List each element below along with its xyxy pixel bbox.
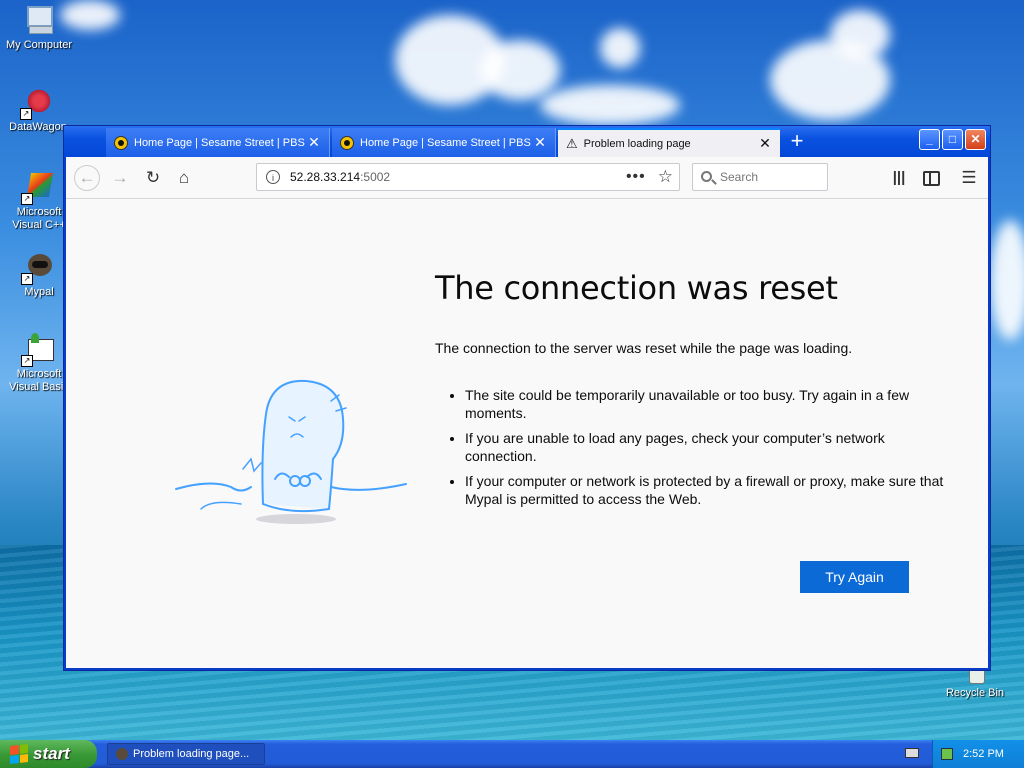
navigation-toolbar: ← → ↻ ⌂ i 52.28.33.214 :5002 ••• ☆ Searc… (66, 157, 988, 199)
tab-sesame-street-2[interactable]: Home Page | Sesame Street | PBS ✕ (332, 128, 556, 157)
tab-title: Home Page | Sesame Street | PBS (360, 136, 531, 149)
system-tray: 2:52 PM (932, 740, 1024, 768)
list-item: If your computer or network is protected… (465, 472, 945, 508)
site-info-icon[interactable]: i (266, 170, 280, 184)
computer-icon (23, 4, 55, 36)
search-icon (701, 170, 712, 182)
sidebar-button[interactable] (918, 165, 944, 191)
maximize-button[interactable]: □ (942, 129, 963, 150)
tab-title: Home Page | Sesame Street | PBS (134, 136, 305, 149)
back-button[interactable]: ← (74, 165, 100, 191)
reload-icon: ↻ (145, 168, 161, 187)
menu-button[interactable]: ☰ (956, 165, 982, 191)
home-button[interactable]: ⌂ (171, 165, 197, 191)
close-tab-icon[interactable]: ✕ (307, 134, 321, 151)
bookmark-star-icon[interactable]: ☆ (658, 167, 673, 187)
back-arrow-icon: ← (78, 168, 96, 187)
minimize-button[interactable]: _ (919, 129, 940, 150)
shortcut-arrow-icon: ↗ (20, 108, 32, 120)
tab-title: Problem loading page (583, 137, 691, 150)
clock[interactable]: 2:52 PM (963, 748, 1004, 760)
visual-basic-icon: ↗ (21, 333, 55, 367)
forward-button[interactable]: → (107, 165, 133, 191)
error-description: The connection to the server was reset w… (435, 340, 853, 356)
warning-icon: ⚠ (566, 135, 578, 151)
new-tab-button[interactable]: + (782, 128, 812, 155)
list-item: The site could be temporarily unavailabl… (465, 386, 945, 422)
hamburger-menu-icon: ☰ (961, 168, 977, 187)
library-button[interactable]: ||| (886, 165, 912, 191)
url-port: :5002 (360, 170, 391, 184)
taskbar: start Problem loading page... 2:52 PM (0, 740, 1024, 768)
sesame-favicon-icon (340, 135, 354, 150)
start-button[interactable]: start (0, 740, 97, 768)
mypal-small-icon (116, 748, 128, 760)
network-icon[interactable] (941, 748, 953, 760)
mypal-raccoon-icon: ↗ (21, 251, 55, 285)
taskbar-item-browser[interactable]: Problem loading page... (107, 743, 265, 765)
desktop-icon-label: My Computer (5, 39, 73, 51)
search-placeholder: Search (720, 170, 759, 184)
library-icon: ||| (892, 169, 906, 186)
sesame-favicon-icon (114, 135, 128, 150)
tab-sesame-street-1[interactable]: Home Page | Sesame Street | PBS ✕ (106, 128, 330, 157)
page-actions-icon[interactable]: ••• (626, 168, 646, 186)
desktop-icon-label: Recycle Bin (945, 687, 1005, 699)
error-suggestions-list: The site could be temporarily unavailabl… (435, 386, 945, 515)
desktop-icon-my-computer[interactable]: My Computer (0, 4, 78, 52)
reload-button[interactable]: ↻ (140, 165, 166, 191)
datawagon-icon: ↗ (20, 86, 54, 120)
tab-problem-loading[interactable]: ⚠ Problem loading page ✕ (558, 128, 780, 157)
search-input[interactable]: Search (692, 163, 828, 191)
address-bar[interactable]: i 52.28.33.214 :5002 ••• ☆ (256, 163, 680, 191)
list-item: If you are unable to load any pages, che… (465, 429, 945, 465)
keyboard-icon[interactable] (905, 748, 919, 758)
visual-cpp-icon: ↗ (21, 171, 55, 205)
shortcut-arrow-icon: ↗ (21, 193, 33, 205)
windows-logo-icon (10, 744, 28, 764)
try-again-button[interactable]: Try Again (800, 561, 909, 593)
error-title: The connection was reset (435, 269, 838, 307)
taskbar-item-label: Problem loading page... (133, 748, 250, 760)
close-tab-icon[interactable]: ✕ (533, 134, 547, 151)
shortcut-arrow-icon: ↗ (21, 355, 33, 367)
close-window-button[interactable]: ✕ (965, 129, 986, 150)
forward-arrow-icon: → (111, 168, 129, 187)
close-tab-icon[interactable]: ✕ (758, 135, 772, 152)
dinosaur-unplugged-illustration (175, 379, 407, 524)
start-label: start (33, 744, 70, 763)
url-host: 52.28.33.214 (290, 170, 361, 184)
sidebar-icon (922, 171, 940, 187)
tab-strip: Home Page | Sesame Street | PBS ✕ Home P… (64, 126, 990, 157)
browser-window: Home Page | Sesame Street | PBS ✕ Home P… (63, 125, 991, 671)
home-icon: ⌂ (178, 168, 190, 187)
shortcut-arrow-icon: ↗ (21, 273, 33, 285)
error-page: The connection was reset The connection … (66, 199, 988, 668)
